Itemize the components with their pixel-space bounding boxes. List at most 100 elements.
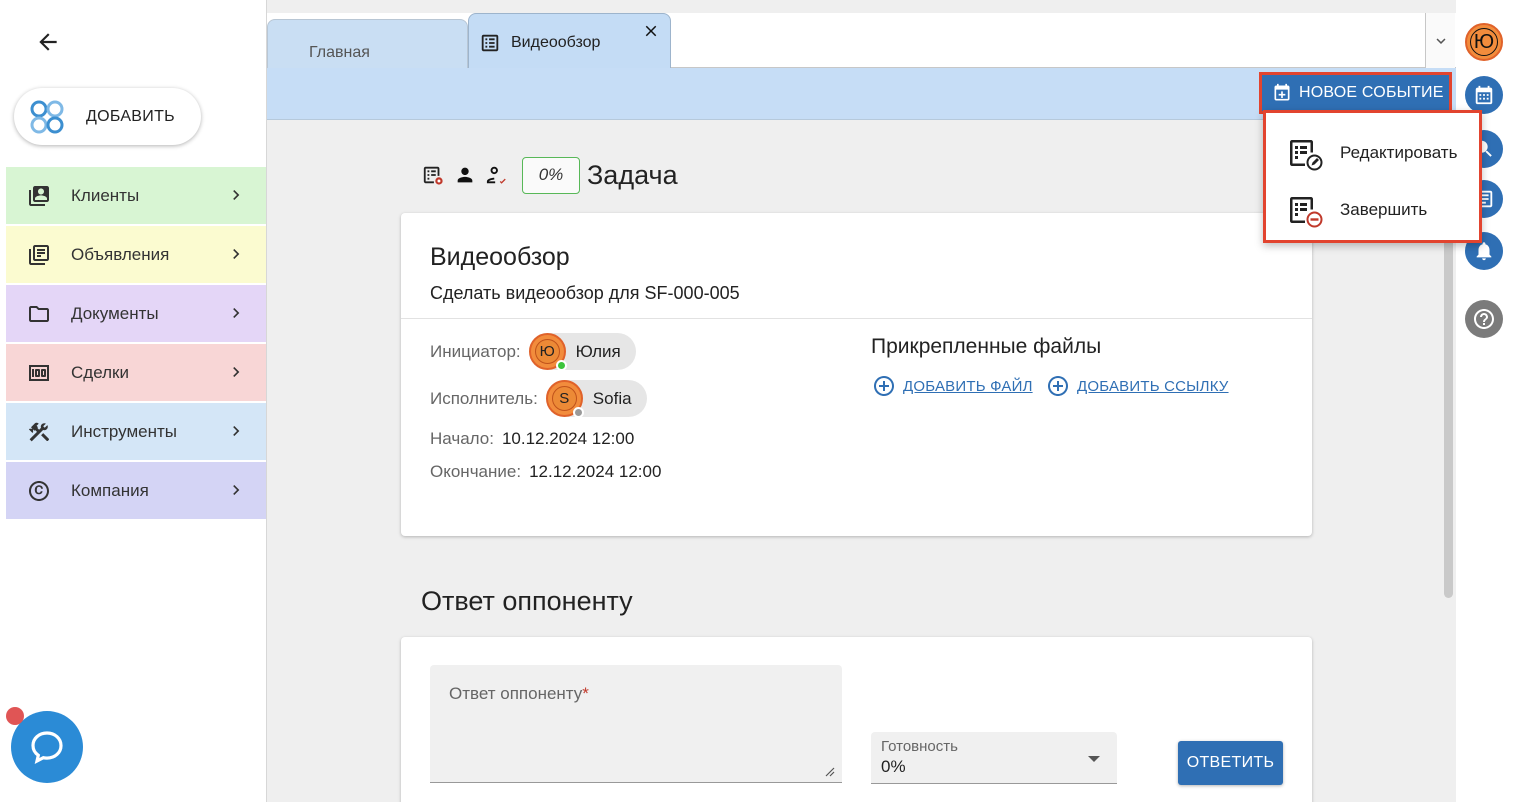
attachments-title: Прикрепленные файлы bbox=[871, 335, 1102, 358]
chevron-right-icon bbox=[233, 426, 240, 436]
menu-item-finish[interactable]: Завершить bbox=[1266, 181, 1479, 238]
avatar: S bbox=[545, 380, 584, 418]
reply-placeholder-text: Ответ оппоненту bbox=[449, 684, 583, 703]
chevron-right-icon bbox=[233, 308, 240, 318]
close-icon[interactable] bbox=[642, 22, 660, 40]
offline-status-dot bbox=[572, 407, 584, 418]
tools-icon bbox=[26, 419, 52, 445]
end-value: 12.12.2024 12:00 bbox=[529, 462, 662, 481]
tab-bar: Главная Видеообзор bbox=[267, 13, 1457, 69]
add-button-label: ДОБАВИТЬ bbox=[86, 107, 175, 125]
tab-label: Видеообзор bbox=[511, 34, 601, 51]
executor-name: Sofia bbox=[592, 388, 632, 408]
new-event-label: НОВОЕ СОБЫТИЕ bbox=[1299, 84, 1444, 101]
listing-icon bbox=[26, 242, 52, 268]
chat-bubble-icon bbox=[31, 731, 63, 765]
add-file-link[interactable]: ДОБАВИТЬ ФАЙЛ bbox=[872, 374, 1033, 398]
sidebar-item-clients[interactable]: Клиенты bbox=[6, 167, 266, 224]
sidebar-item-company[interactable]: Компания bbox=[6, 462, 266, 519]
chevron-right-icon bbox=[233, 249, 240, 259]
initiator-field: Инициатор: Ю Юлия bbox=[430, 333, 636, 371]
chevron-right-icon bbox=[233, 367, 240, 377]
task-stop-icon bbox=[1290, 196, 1323, 227]
arrow-left-icon bbox=[39, 33, 57, 51]
readiness-select[interactable]: Готовность 0% bbox=[871, 732, 1117, 784]
sidebar-item-deals[interactable]: Сделки bbox=[6, 344, 266, 401]
executor-field: Исполнитель: S Sofia bbox=[430, 380, 647, 418]
help-icon bbox=[1474, 309, 1494, 329]
add-button[interactable]: ДОБАВИТЬ bbox=[14, 88, 201, 145]
person-icon bbox=[454, 164, 476, 186]
add-file-label: ДОБАВИТЬ ФАЙЛ bbox=[903, 377, 1033, 395]
divider bbox=[401, 318, 1312, 319]
chevron-right-icon bbox=[233, 190, 240, 200]
user-avatar-button[interactable]: Ю bbox=[1465, 23, 1503, 61]
reply-button[interactable]: ОТВЕТИТЬ bbox=[1178, 741, 1283, 785]
calendar-icon bbox=[1475, 85, 1493, 105]
start-label: Начало: bbox=[430, 429, 494, 448]
help-button[interactable] bbox=[1465, 300, 1503, 338]
sidebar-item-label: Объявления bbox=[71, 244, 170, 264]
task-details-card: Видеообзор Сделать видеообзор для SF-000… bbox=[401, 213, 1312, 536]
tabs-dropdown-button[interactable] bbox=[1425, 13, 1455, 68]
end-field: Окончание: 12.12.2024 12:00 bbox=[430, 462, 661, 482]
logo-icon bbox=[30, 100, 64, 133]
menu-finish-label: Завершить bbox=[1340, 199, 1428, 219]
reply-section-title: Ответ оппоненту bbox=[421, 586, 633, 616]
contacts-icon bbox=[26, 183, 52, 209]
sidebar-item-label: Клиенты bbox=[71, 185, 140, 205]
event-actions-menu: Редактировать Завершить bbox=[1263, 110, 1482, 243]
readiness-value: 0% bbox=[881, 757, 906, 776]
person-check-icon bbox=[486, 164, 508, 186]
back-button[interactable] bbox=[30, 24, 66, 60]
chat-notification-badge bbox=[6, 707, 24, 725]
readiness-label: Готовность bbox=[881, 738, 958, 755]
reply-textarea[interactable]: Ответ оппоненту* bbox=[430, 665, 842, 783]
bell-icon bbox=[1476, 242, 1492, 261]
progress-badge: 0% bbox=[522, 156, 580, 194]
executor-chip[interactable]: S Sofia bbox=[545, 380, 647, 418]
copyright-icon bbox=[26, 478, 52, 504]
sidebar-item-label: Документы bbox=[71, 303, 159, 323]
user-avatar-initial: Ю bbox=[1470, 28, 1498, 56]
chevron-right-icon bbox=[233, 485, 240, 495]
start-value: 10.12.2024 12:00 bbox=[501, 429, 635, 448]
avatar: Ю bbox=[528, 333, 567, 371]
menu-edit-label: Редактировать bbox=[1340, 142, 1458, 162]
new-event-button[interactable]: НОВОЕ СОБЫТИЕ bbox=[1259, 72, 1452, 114]
task-edit-icon bbox=[1290, 139, 1323, 170]
add-circle-icon bbox=[1048, 376, 1068, 396]
sidebar: ДОБАВИТЬ Клиенты Объявления Документы Сд… bbox=[0, 0, 266, 802]
sidebar-item-listings[interactable]: Объявления bbox=[6, 226, 266, 283]
dropdown-arrow-icon bbox=[1088, 756, 1100, 762]
task-status-icon bbox=[422, 164, 444, 186]
sidebar-item-tools[interactable]: Инструменты bbox=[6, 403, 266, 460]
tab-videoreview[interactable]: Видеообзор bbox=[468, 13, 671, 69]
reply-placeholder: Ответ оппоненту* bbox=[449, 684, 589, 704]
chevron-down-icon bbox=[1436, 37, 1445, 44]
add-link-link[interactable]: ДОБАВИТЬ ССЫЛКУ bbox=[1046, 374, 1229, 398]
menu-item-edit[interactable]: Редактировать bbox=[1266, 124, 1479, 181]
reply-card: Ответ оппоненту* Готовность 0% ОТВЕТИТЬ bbox=[401, 637, 1312, 802]
end-label: Окончание: bbox=[430, 462, 522, 481]
initiator-chip[interactable]: Ю Юлия bbox=[528, 333, 636, 371]
online-status-dot bbox=[555, 360, 567, 371]
task-type-title: Задача bbox=[587, 159, 678, 190]
initiator-name: Юлия bbox=[575, 341, 621, 361]
avatar-initial: S bbox=[551, 386, 577, 411]
calendar-button[interactable] bbox=[1465, 76, 1503, 114]
sidebar-item-label: Сделки bbox=[71, 362, 129, 382]
money-icon bbox=[26, 360, 52, 386]
initiator-label: Инициатор: bbox=[430, 341, 521, 361]
task-title: Видеообзор bbox=[430, 243, 570, 271]
add-link-label: ДОБАВИТЬ ССЫЛКУ bbox=[1077, 377, 1229, 395]
folder-icon bbox=[26, 301, 52, 327]
sidebar-nav: Клиенты Объявления Документы Сделки Инст… bbox=[6, 167, 266, 521]
required-mark: * bbox=[582, 684, 589, 703]
sidebar-item-label: Инструменты bbox=[71, 421, 178, 441]
resize-grip-icon[interactable] bbox=[823, 765, 835, 777]
start-field: Начало: 10.12.2024 12:00 bbox=[430, 429, 634, 449]
tab-home-label: Главная bbox=[309, 44, 370, 61]
sidebar-item-documents[interactable]: Документы bbox=[6, 285, 266, 342]
tab-home[interactable]: Главная bbox=[267, 19, 468, 68]
